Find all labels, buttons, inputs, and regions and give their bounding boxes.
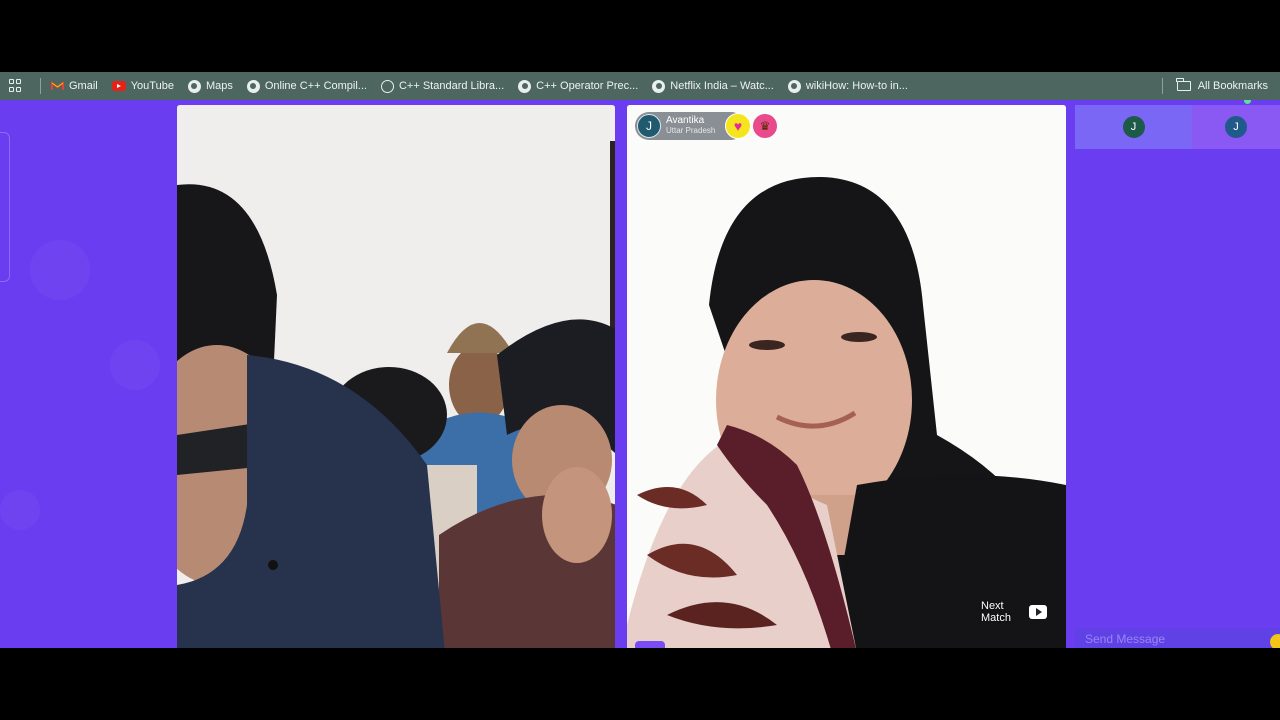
bookmark-label: Gmail [69, 80, 98, 92]
bottom-control-chip[interactable] [635, 641, 665, 648]
all-bookmarks-button[interactable]: All Bookmarks [1161, 72, 1268, 100]
match-location: Uttar Pradesh [666, 126, 716, 135]
youtube-icon [111, 81, 126, 91]
local-video-feed [177, 105, 615, 648]
bookmark-label: wikiHow: How-to in... [805, 80, 908, 92]
tab-user-1[interactable]: J [1075, 105, 1192, 149]
remote-video-feed: J Avantika Uttar Pradesh ♥ ♛ Next Match [627, 105, 1066, 648]
message-bar [1075, 628, 1280, 648]
avatar: J [1225, 116, 1247, 138]
letterbox-bottom [0, 648, 1280, 720]
all-bookmarks-label: All Bookmarks [1197, 80, 1268, 92]
video-chat-app: J Avantika Uttar Pradesh ♥ ♛ Next Match … [0, 100, 1280, 648]
bookmark-youtube[interactable]: YouTube [111, 80, 174, 92]
avatar: J [637, 114, 661, 138]
gift-icon[interactable]: ♛ [753, 114, 777, 138]
bookmark-gmail[interactable]: Gmail [51, 80, 98, 93]
match-user-pill[interactable]: J Avantika Uttar Pradesh ♥ [635, 112, 751, 140]
bookmark-maps[interactable]: Maps [187, 79, 233, 93]
online-indicator [1244, 100, 1251, 104]
bookmark-label: C++ Standard Libra... [398, 80, 505, 92]
globe-icon [246, 79, 260, 93]
letterbox-top [0, 0, 1280, 72]
bookmark-netflix-india[interactable]: Netflix India – Watc... [652, 79, 774, 93]
bookmark-label: Netflix India – Watc... [670, 80, 774, 92]
avatar: J [1122, 116, 1145, 138]
bookmarks-bar: Gmail YouTube Maps Online C++ Compil... … [0, 72, 1280, 100]
chat-side-panel: J J [1075, 105, 1280, 648]
play-icon [1029, 605, 1047, 619]
bookmark-label: Online C++ Compil... [264, 80, 367, 92]
screen: Gmail YouTube Maps Online C++ Compil... … [0, 0, 1280, 720]
local-video-image [177, 105, 615, 648]
send-message-input[interactable] [1085, 632, 1255, 646]
bookmark-label: C++ Operator Prec... [536, 80, 639, 92]
bookmark-cpp-standard-library[interactable]: C++ Standard Libra... [380, 79, 505, 93]
bookmark-wikihow[interactable]: wikiHow: How-to in... [787, 79, 908, 93]
chat-tabs: J J [1075, 105, 1280, 149]
next-match-button[interactable]: Next Match [981, 600, 1047, 624]
globe-icon [187, 79, 201, 93]
emoji-icon[interactable] [1270, 634, 1280, 648]
folder-icon [1176, 78, 1191, 91]
background-bubble [0, 490, 40, 530]
side-drawer-handle[interactable] [0, 132, 10, 282]
heart-icon[interactable]: ♥ [725, 113, 751, 139]
bookmark-label: Maps [205, 80, 233, 92]
bookmark-cpp-operator-precedence[interactable]: C++ Operator Prec... [518, 79, 639, 93]
next-match-label: Next Match [981, 600, 1011, 624]
background-bubble [30, 240, 90, 300]
bookmarks-separator [40, 78, 41, 94]
globe-icon [652, 79, 666, 93]
bookmark-online-cpp-compiler[interactable]: Online C++ Compil... [246, 79, 367, 93]
bookmarks-separator [1161, 78, 1163, 94]
remote-video-image [627, 105, 1066, 648]
background-bubble [110, 340, 160, 390]
gmail-icon [51, 80, 64, 93]
tab-user-2[interactable]: J [1192, 105, 1280, 149]
cpp-icon [380, 79, 394, 93]
apps-grid-icon[interactable] [8, 78, 24, 94]
globe-icon [518, 79, 532, 93]
bookmark-label: YouTube [130, 80, 174, 92]
globe-icon [787, 79, 801, 93]
match-name: Avantika [666, 115, 705, 126]
match-user-info: Avantika Uttar Pradesh [666, 116, 715, 136]
